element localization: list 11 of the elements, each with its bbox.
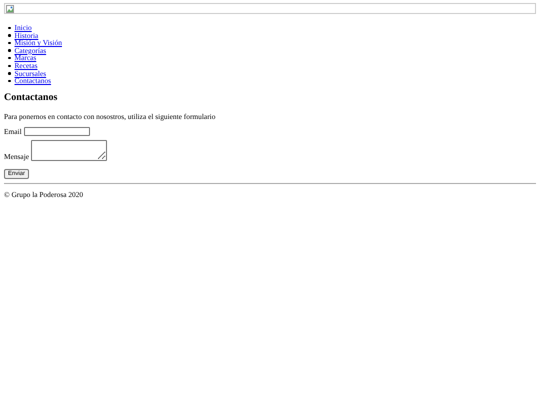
page-heading: Contactanos bbox=[4, 92, 58, 103]
message-field[interactable] bbox=[31, 140, 108, 161]
bullet-icon bbox=[8, 26, 10, 30]
bullet-icon bbox=[8, 56, 10, 60]
bullet-icon bbox=[8, 42, 10, 44]
email-field[interactable] bbox=[24, 126, 90, 136]
bullet-icon bbox=[8, 64, 10, 68]
bullet-icon bbox=[8, 72, 10, 75]
bullet-icon bbox=[8, 80, 10, 82]
bullet-icon bbox=[8, 34, 10, 37]
bullet-icon bbox=[8, 49, 10, 52]
